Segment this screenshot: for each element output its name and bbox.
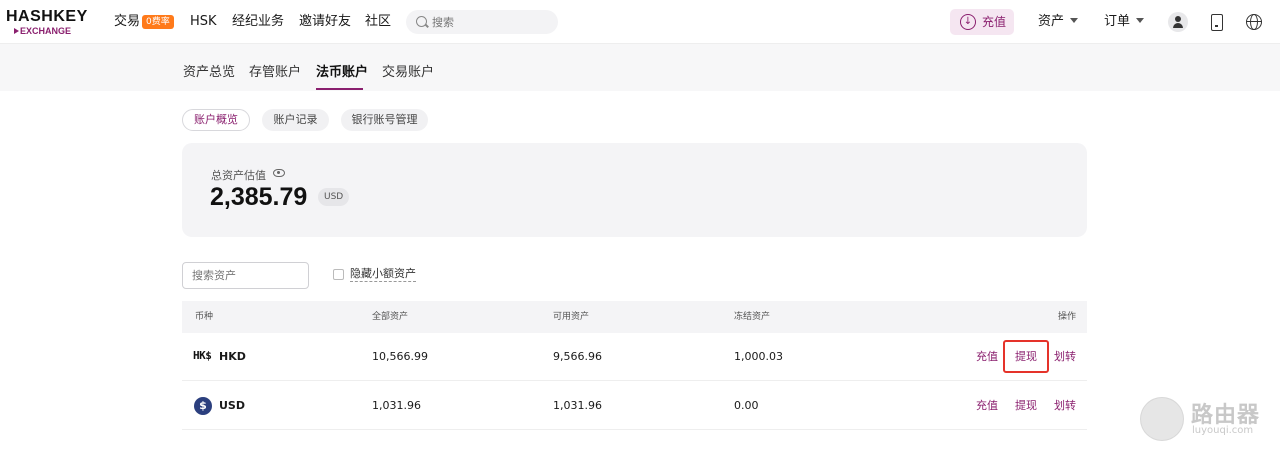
available-balance: 1,031.96 xyxy=(553,399,602,412)
nav-assets-menu[interactable]: 资产 xyxy=(1038,13,1079,31)
pill-account-records[interactable]: 账户记录 xyxy=(262,109,329,131)
deposit-button[interactable]: ↓ 充值 xyxy=(950,9,1014,35)
site-watermark: 路由器 luyouqi.com xyxy=(1140,395,1275,445)
frozen-balance: 0.00 xyxy=(734,399,759,412)
table-row: HK$ HKD 10,566.99 9,566.96 1,000.03 充值 提… xyxy=(182,333,1087,381)
router-logo-icon xyxy=(1140,397,1184,441)
account-tabs: 资产总览 存管账户 法币账户 交易账户 xyxy=(0,44,1280,91)
top-navbar: HASHKEY EXCHANGE 交易 0费率 HSK 经纪业务 邀请好友 社区… xyxy=(0,0,1280,44)
asset-search-input[interactable] xyxy=(182,262,309,289)
deposit-button-label: 充值 xyxy=(982,15,1007,29)
download-icon: ↓ xyxy=(960,14,976,30)
deposit-link[interactable]: 充值 xyxy=(976,350,998,364)
col-header-available: 可用资产 xyxy=(553,312,590,322)
table-header: 币种 全部资产 可用资产 冻结资产 操作 xyxy=(182,301,1087,333)
user-avatar-icon[interactable] xyxy=(1168,12,1188,32)
active-tab-indicator xyxy=(316,88,363,90)
col-header-actions: 操作 xyxy=(1058,312,1077,322)
table-row: $ USD 1,031.96 1,031.96 0.00 充值 提现 划转 xyxy=(182,382,1087,430)
logo-subtitle: EXCHANGE xyxy=(6,26,96,37)
zero-fee-badge: 0费率 xyxy=(142,15,174,29)
chevron-down-icon xyxy=(1070,18,1079,23)
nav-assets-label: 资产 xyxy=(1038,14,1065,29)
hide-small-label: 隐藏小额资产 xyxy=(350,267,416,282)
usd-coin-icon: $ xyxy=(194,397,212,415)
global-search-input[interactable] xyxy=(432,14,552,30)
col-header-coin: 币种 xyxy=(195,312,214,322)
hide-small-checkbox[interactable] xyxy=(333,269,344,280)
nav-item-trade[interactable]: 交易 xyxy=(114,13,140,31)
coin-name: USD xyxy=(219,399,245,412)
col-header-total: 全部资产 xyxy=(372,312,409,322)
coin-name: HKD xyxy=(219,350,246,363)
total-asset-value: 2,385.79 xyxy=(210,183,308,211)
logo-wordmark: HASHKEY xyxy=(6,8,88,25)
total-balance: 1,031.96 xyxy=(372,399,421,412)
mobile-app-icon[interactable] xyxy=(1206,12,1226,32)
nav-orders-menu[interactable]: 订单 xyxy=(1104,13,1145,31)
watermark-subtitle: luyouqi.com xyxy=(1192,425,1254,436)
nav-item-brokerage[interactable]: 经纪业务 xyxy=(232,13,284,31)
pill-account-overview[interactable]: 账户概览 xyxy=(182,109,250,131)
pill-bank-accounts[interactable]: 银行账号管理 xyxy=(341,109,428,131)
tab-trading-account[interactable]: 交易账户 xyxy=(382,64,434,82)
currency-badge[interactable]: USD xyxy=(318,188,350,206)
deposit-link[interactable]: 充值 xyxy=(976,399,998,413)
hashkey-logo[interactable]: HASHKEY EXCHANGE xyxy=(6,9,96,37)
col-header-frozen: 冻结资产 xyxy=(734,312,771,322)
withdraw-link[interactable]: 提现 xyxy=(1015,399,1037,413)
asset-summary-card: 总资产估值 2,385.79 USD xyxy=(182,143,1087,237)
nav-item-community[interactable]: 社区 xyxy=(365,13,391,31)
eye-icon[interactable] xyxy=(273,169,285,177)
withdraw-highlight-box xyxy=(1003,340,1049,373)
available-balance: 9,566.96 xyxy=(553,350,602,363)
nav-item-invite[interactable]: 邀请好友 xyxy=(299,13,351,31)
total-balance: 10,566.99 xyxy=(372,350,428,363)
tab-fiat-account[interactable]: 法币账户 xyxy=(316,64,368,82)
transfer-link[interactable]: 划转 xyxy=(1054,350,1076,364)
tab-custody-account[interactable]: 存管账户 xyxy=(249,64,301,82)
nav-item-hsk[interactable]: HSK xyxy=(190,13,217,31)
global-search[interactable] xyxy=(406,10,558,34)
hkd-coin-icon: HK$ xyxy=(193,349,212,362)
tab-asset-overview[interactable]: 资产总览 xyxy=(183,64,235,82)
transfer-link[interactable]: 划转 xyxy=(1054,399,1076,413)
search-icon xyxy=(416,16,427,27)
total-asset-label: 总资产估值 xyxy=(211,169,266,182)
chevron-down-icon xyxy=(1136,18,1145,23)
frozen-balance: 1,000.03 xyxy=(734,350,783,363)
nav-orders-label: 订单 xyxy=(1104,14,1131,29)
globe-icon[interactable] xyxy=(1244,12,1264,32)
